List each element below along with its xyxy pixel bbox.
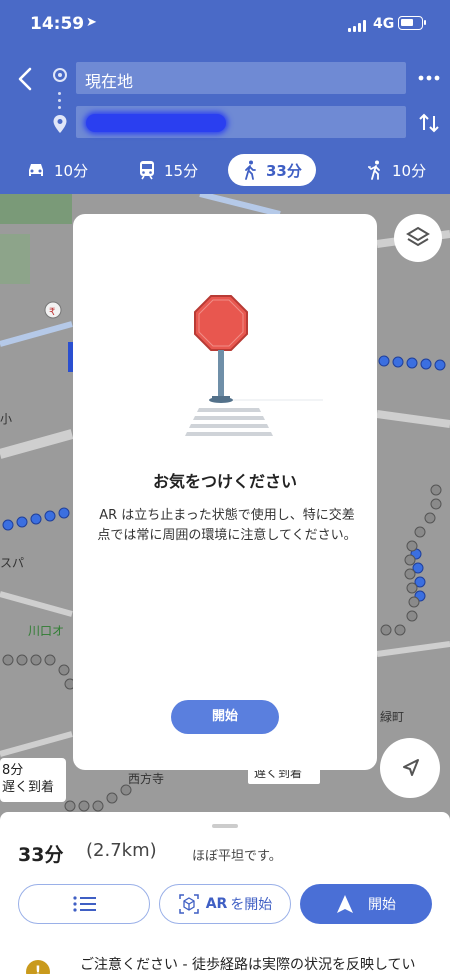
status-time: 14:59 [30, 14, 85, 34]
route-terrain: ほぼ平坦です。 [192, 849, 282, 864]
walk-icon [245, 160, 256, 180]
redacted-destination [86, 114, 226, 132]
tab-transit-label: 15分 [164, 161, 199, 180]
origin-value: 現在地 [85, 72, 134, 91]
ar-safety-dialog: お気をつけください AR は立ち止まった状態で使用し、特に交差点では常に周囲の環… [73, 214, 377, 770]
walking-notice: ご注意ください - 徒歩経路は実際の状況を反映してい [80, 957, 416, 973]
route-eta: 33分 [18, 844, 64, 866]
start-navigation-label: 開始 [368, 897, 396, 913]
navigation-icon [337, 895, 353, 913]
tab-driving-label: 10分 [54, 161, 89, 180]
map-label-small: 小 [0, 412, 13, 426]
map-label-spa: スパ [0, 556, 25, 570]
battery-icon [398, 16, 426, 30]
travel-mode-tabs: 10分 15分 33分 10分 [0, 150, 450, 190]
car-icon [29, 164, 43, 176]
route-summary-sheet: 33分 (2.7km) ほぼ平坦です。 AR を開始 開始 ! ご注意ください … [0, 812, 450, 974]
tab-driving[interactable]: 10分 [26, 154, 88, 186]
destination-field[interactable] [76, 106, 406, 138]
dialog-body: AR は立ち止まった状態で使用し、特に交差点では常に周囲の環境に注意してください… [97, 508, 357, 543]
swap-arrows-icon [419, 113, 439, 133]
layers-icon [406, 226, 430, 247]
tab-walking-label: 33分 [266, 161, 302, 180]
start-ar-suffix: を開始 [230, 897, 273, 913]
network-type: 4G [373, 16, 395, 32]
start-navigation-button[interactable]: 開始 [300, 884, 432, 924]
alt-route-time: 8分 [2, 763, 24, 778]
stop-sign-illustration [185, 295, 323, 436]
tab-walking[interactable]: 33分 [228, 154, 316, 186]
warning-icon: ! [26, 960, 50, 974]
dialog-start-button[interactable]: 開始 [171, 700, 279, 734]
route-distance: (2.7km) [86, 840, 157, 861]
tab-rideshare[interactable]: 10分 [366, 154, 426, 186]
alt-route-card[interactable]: 8分 遅く到着 [0, 758, 66, 802]
map-layers-button[interactable] [394, 214, 442, 262]
back-arrow-icon [18, 67, 32, 91]
signal-icon [348, 20, 368, 32]
route-connector-icon [58, 92, 61, 109]
transit-icon [140, 161, 154, 180]
origin-dot-icon [53, 68, 67, 82]
swap-route-button[interactable] [416, 110, 442, 136]
sheet-drag-handle[interactable] [212, 824, 238, 828]
steps-button[interactable] [18, 884, 150, 924]
location-arrow-icon: ➤ [86, 15, 97, 30]
route-icons [50, 66, 70, 136]
list-icon [73, 896, 96, 912]
map-label-kawaguchi: 川口オ [28, 624, 65, 638]
tab-transit[interactable]: 15分 [138, 154, 198, 186]
dialog-title: お気をつけください [152, 472, 297, 491]
status-bar: 14:59 ➤ 4G [0, 0, 450, 48]
start-ar-prefix: AR [205, 896, 228, 912]
map-label-midoricho: 緑町 [380, 710, 405, 724]
directions-header: 14:59 ➤ 4G 現在地 10分 15分 33分 10分 [0, 0, 450, 194]
origin-field[interactable]: 現在地 [76, 62, 406, 94]
more-dots-icon [418, 75, 440, 81]
recenter-button[interactable] [380, 738, 440, 798]
rideshare-icon [368, 160, 380, 180]
map-label-saihoji: 西方寺 [128, 772, 165, 786]
alt-route-note: 遅く到着 [2, 780, 55, 795]
navigation-arrow-icon [403, 759, 419, 776]
ar-cube-icon [178, 894, 199, 914]
destination-pin-icon [53, 115, 67, 133]
start-ar-button[interactable]: AR を開始 [159, 884, 291, 924]
back-button[interactable] [12, 62, 40, 96]
svg-text:₹: ₹ [49, 307, 55, 318]
more-options-button[interactable] [416, 68, 442, 88]
tab-rideshare-label: 10分 [392, 161, 427, 180]
